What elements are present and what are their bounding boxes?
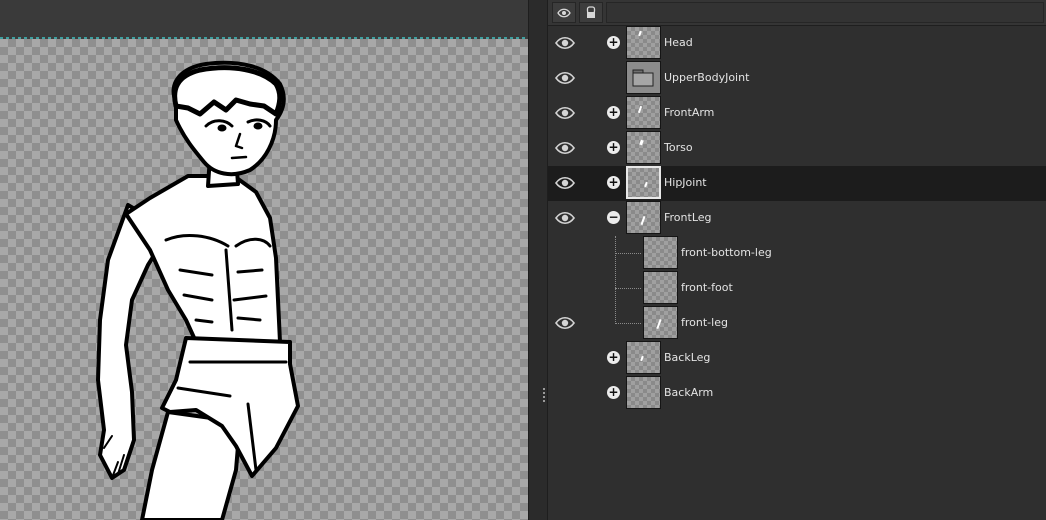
expand-icon[interactable]: + <box>607 386 620 399</box>
layer-thumbnail[interactable] <box>643 306 678 339</box>
layer-row-frontleg[interactable]: − FrontLeg <box>548 201 1046 236</box>
lock-icon <box>586 6 596 18</box>
thumbnail-mark <box>656 318 662 330</box>
tree-connector <box>615 288 641 289</box>
layer-thumbnail[interactable] <box>626 201 661 234</box>
thumbnail-mark <box>644 181 648 188</box>
layer-name: UpperBodyJoint <box>664 71 750 84</box>
lock-column-button[interactable] <box>579 2 603 23</box>
layer-thumbnail[interactable] <box>626 376 661 409</box>
layer-row-torso[interactable]: + Torso <box>548 131 1046 166</box>
expand-icon[interactable]: + <box>607 106 620 119</box>
character-artwork[interactable] <box>0 39 528 520</box>
expand-icon[interactable]: + <box>607 141 620 154</box>
expand-icon[interactable]: + <box>607 36 620 49</box>
eye-icon[interactable] <box>554 140 576 156</box>
thumbnail-mark <box>637 105 643 114</box>
layers-header-spacer <box>606 2 1044 23</box>
layer-name: FrontArm <box>664 106 715 119</box>
layers-panel: + Head UpperBodyJoint + FrontArm + Torso + HipJo… <box>548 0 1046 520</box>
tree-connector <box>615 236 616 324</box>
layer-name: BackLeg <box>664 351 711 364</box>
layer-name: front-foot <box>681 281 733 294</box>
thumbnail-mark <box>640 215 646 226</box>
eye-icon <box>557 8 571 17</box>
thumbnail-mark <box>638 30 642 37</box>
eye-icon[interactable] <box>554 210 576 226</box>
panel-splitter[interactable] <box>528 0 548 520</box>
layer-row-upperbodyjoint[interactable]: UpperBodyJoint <box>548 61 1046 96</box>
layer-name: front-leg <box>681 316 728 329</box>
layer-name: Torso <box>664 141 693 154</box>
eye-icon[interactable] <box>554 175 576 191</box>
layer-row-backarm[interactable]: + BackArm <box>548 376 1046 411</box>
splitter-grip-handle[interactable] <box>543 388 545 404</box>
collapse-icon[interactable]: − <box>607 211 620 224</box>
thumbnail-mark <box>639 139 644 146</box>
eye-icon[interactable] <box>554 35 576 51</box>
layer-name: HipJoint <box>664 176 707 189</box>
layer-thumbnail[interactable] <box>626 26 661 59</box>
layer-thumbnail[interactable] <box>626 166 661 199</box>
layer-name: BackArm <box>664 386 714 399</box>
canvas-area[interactable] <box>0 0 528 520</box>
layer-name: front-bottom-leg <box>681 246 772 259</box>
layer-thumbnail[interactable] <box>643 236 678 269</box>
drawing-canvas[interactable] <box>0 39 528 520</box>
layer-name: Head <box>664 36 693 49</box>
layer-thumbnail[interactable] <box>626 131 661 164</box>
tree-connector <box>615 253 641 254</box>
layer-thumbnail[interactable] <box>626 341 661 374</box>
eye-icon[interactable] <box>554 315 576 331</box>
visibility-column-button[interactable] <box>552 2 576 23</box>
layer-row-head[interactable]: + Head <box>548 26 1046 61</box>
tree-connector <box>615 323 641 324</box>
layer-name: FrontLeg <box>664 211 712 224</box>
folder-icon[interactable] <box>626 61 661 94</box>
character-hair <box>172 65 283 117</box>
expand-icon[interactable]: + <box>607 176 620 189</box>
eye-icon[interactable] <box>554 105 576 121</box>
eye-icon[interactable] <box>554 70 576 86</box>
layer-row-hipjoint[interactable]: + HipJoint <box>548 166 1046 201</box>
layer-row-frontarm[interactable]: + FrontArm <box>548 96 1046 131</box>
expand-icon[interactable]: + <box>607 351 620 364</box>
layer-row-backleg[interactable]: + BackLeg <box>548 341 1046 376</box>
layer-thumbnail[interactable] <box>626 96 661 129</box>
layers-panel-header <box>548 0 1046 26</box>
thumbnail-mark <box>640 355 644 362</box>
canvas-toolbar-strip <box>0 0 528 37</box>
layer-thumbnail[interactable] <box>643 271 678 304</box>
